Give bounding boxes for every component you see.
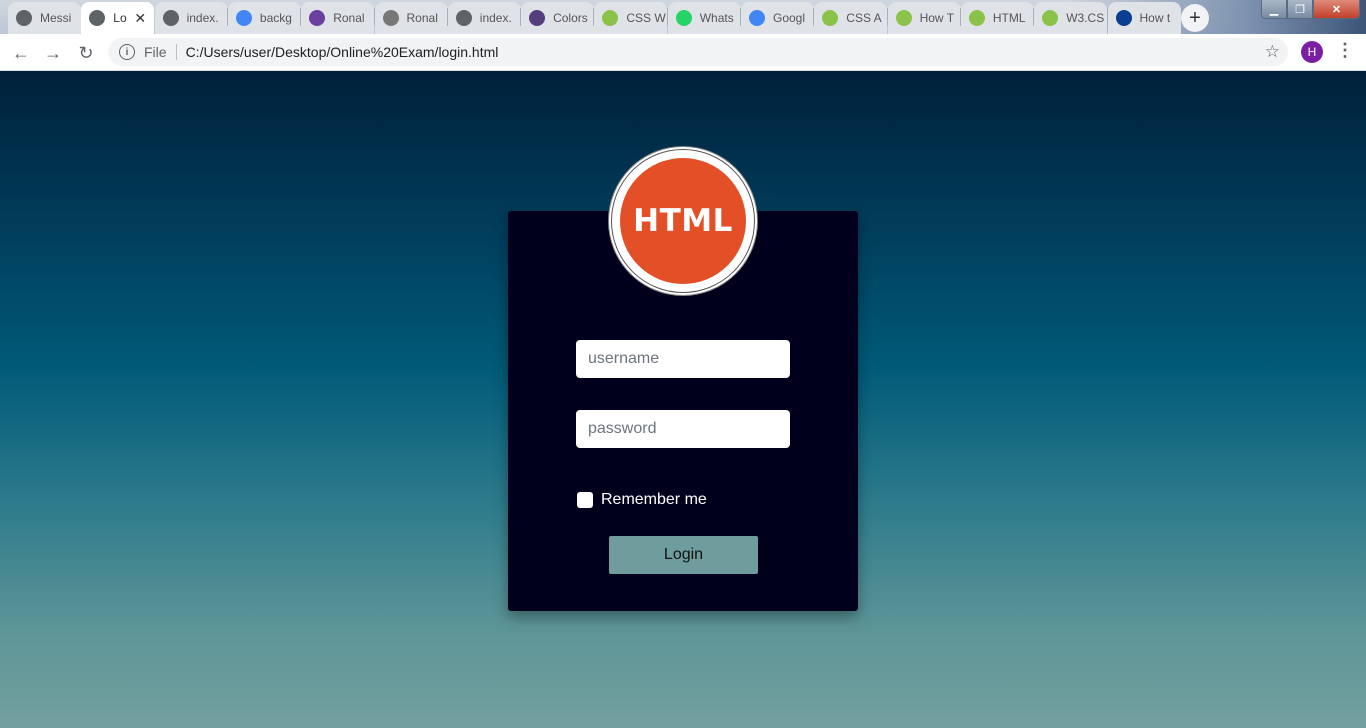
tab-separator	[300, 8, 302, 26]
tab-label: How T	[919, 11, 955, 25]
reload-icon: ↻	[78, 42, 94, 63]
wordpress-icon	[382, 10, 399, 26]
whatsapp-icon	[675, 10, 692, 26]
globe-icon	[16, 10, 32, 26]
back-arrow-icon: ←	[12, 42, 30, 63]
remember-me-checkbox[interactable]	[577, 492, 593, 508]
tab-separator	[740, 8, 741, 26]
tab-label: CSS A	[846, 11, 882, 25]
username-field	[576, 340, 790, 378]
tab-label: Lo	[113, 11, 127, 25]
tab-label: Whats	[699, 11, 734, 25]
back-button[interactable]: ←	[8, 40, 34, 66]
remember-me-row: Remember me	[577, 491, 707, 509]
html-logo-text: HTML	[633, 203, 733, 239]
omnibox-divider	[175, 44, 177, 60]
tab[interactable]: W3.CS	[1034, 2, 1108, 34]
tab-separator	[1033, 8, 1035, 26]
w3schools-icon	[968, 10, 985, 26]
tab[interactable]: Whats	[667, 2, 741, 34]
html-logo: HTML	[608, 146, 758, 296]
tab-label: index.	[479, 11, 512, 25]
reload-button[interactable]: ↻	[73, 40, 99, 66]
tab-separator	[446, 8, 448, 26]
tab[interactable]: How T	[887, 2, 961, 34]
tab[interactable]: index.	[154, 2, 228, 34]
tab[interactable]: CSS A	[814, 2, 888, 34]
tab-separator	[520, 8, 522, 26]
w3schools-icon	[1042, 10, 1059, 26]
bootstrap-icon	[529, 10, 546, 26]
remember-me-label[interactable]: Remember me	[601, 491, 707, 509]
tab-separator	[886, 8, 888, 26]
tab[interactable]: Messi	[8, 2, 81, 34]
tab[interactable]: index.	[447, 2, 521, 34]
tab-active[interactable]: Lo ✕	[81, 2, 155, 34]
maximize-button[interactable]: ❐	[1287, 0, 1313, 19]
tab-label: W3.CS	[1066, 11, 1105, 25]
tab-label: How t	[1139, 11, 1171, 25]
tab-label: backg	[259, 11, 292, 25]
bookmark-star-icon[interactable]: ☆	[1265, 42, 1280, 62]
url-text[interactable]: C:/Users/user/Desktop/Online%20Exam/logi…	[186, 44, 499, 60]
close-tab-icon[interactable]: ✕	[132, 10, 148, 27]
tab[interactable]: How t	[1107, 2, 1181, 34]
password-input[interactable]	[576, 410, 790, 448]
w3schools-icon	[822, 10, 839, 26]
globe-icon	[162, 10, 179, 26]
tab-label: Ronal	[406, 11, 438, 25]
tab-label: HTML	[992, 11, 1026, 25]
tab[interactable]: CSS W	[594, 2, 668, 34]
tab-separator	[666, 8, 668, 26]
site-info-icon[interactable]: i	[119, 44, 135, 60]
tab-label: Ronal	[333, 11, 365, 25]
coolors-icon	[309, 10, 326, 26]
tab-separator	[959, 8, 961, 26]
password-field	[576, 410, 790, 448]
forward-button[interactable]: →	[40, 40, 66, 66]
html-logo-disc: HTML	[620, 158, 746, 284]
profile-avatar[interactable]: H	[1301, 41, 1323, 63]
login-button[interactable]: Login	[609, 536, 758, 574]
tab[interactable]: Googl	[741, 2, 814, 34]
tab[interactable]: HTML	[960, 2, 1034, 34]
tab-separator	[593, 8, 595, 26]
browser-toolbar: ← → ↻ i File C:/Users/user/Desktop/Onlin…	[0, 34, 1366, 71]
w3schools-icon	[895, 10, 912, 26]
tab-separator	[813, 8, 815, 26]
close-window-button[interactable]: ✕	[1313, 0, 1360, 19]
w3schools-icon	[602, 10, 619, 26]
globe-icon	[455, 10, 472, 26]
new-tab-button[interactable]: +	[1181, 4, 1209, 32]
url-scheme-label: File	[144, 44, 167, 60]
minimize-button[interactable]: ▁	[1261, 0, 1287, 19]
tab-strip: Messi Lo ✕ index. backg Ronal Ronal index. Color…	[0, 0, 1366, 34]
globe-icon	[89, 10, 106, 26]
forward-arrow-icon: →	[44, 42, 62, 63]
tab[interactable]: Ronal	[374, 2, 448, 34]
tab-label: Colors	[553, 11, 588, 25]
address-bar[interactable]: i File C:/Users/user/Desktop/Online%20Ex…	[108, 38, 1288, 66]
tab-label: Messi	[40, 11, 72, 25]
tab-separator	[1106, 8, 1108, 26]
tab-separator	[226, 8, 228, 26]
google-icon	[235, 10, 252, 26]
tab[interactable]: backg	[227, 2, 301, 34]
tab[interactable]: Ronal	[301, 2, 375, 34]
tab-label: Googl	[773, 11, 806, 25]
logo-ring-border: HTML	[611, 149, 755, 293]
tab[interactable]: Colors	[521, 2, 595, 34]
username-input[interactable]	[576, 340, 790, 378]
tab-label: CSS W	[626, 11, 666, 25]
tab-label: index.	[186, 11, 219, 25]
google-translate-icon	[749, 10, 765, 26]
browser-menu-icon[interactable]: ⋮	[1336, 40, 1354, 64]
edge-icon	[1115, 10, 1132, 26]
tab-separator	[373, 8, 375, 26]
